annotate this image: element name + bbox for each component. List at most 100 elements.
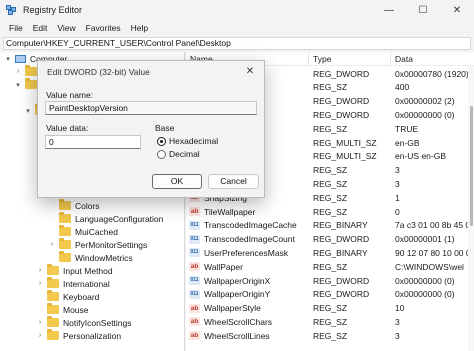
- value-data-cell: 0: [395, 206, 400, 217]
- tree-item-mouse[interactable]: Mouse: [36, 303, 89, 316]
- value-type-cell: REG_SZ: [313, 303, 348, 314]
- binary-value-icon: 011: [189, 220, 200, 230]
- chevron-right-icon[interactable]: ›: [36, 319, 44, 326]
- table-row[interactable]: ab WheelScrollChars REG_SZ 3: [186, 315, 474, 328]
- value-data-cell: en-GB: [395, 137, 420, 148]
- folder-icon: [59, 238, 71, 249]
- value-name-field[interactable]: PaintDesktopVersion: [45, 101, 257, 115]
- value-name-text: WallPaper: [204, 261, 243, 272]
- column-header-data[interactable]: Data: [391, 52, 474, 66]
- radio-selected-icon[interactable]: [157, 136, 166, 146]
- tree-item-keyboard[interactable]: Keyboard: [36, 290, 99, 303]
- tree-item-input-method[interactable]: › Input Method: [36, 264, 113, 277]
- value-name-cell: ab WallPaper: [186, 262, 309, 272]
- tree-item-label: PerMonitorSettings: [75, 239, 148, 250]
- tree-item-international[interactable]: › International: [36, 277, 110, 290]
- tree-item-notifyiconsettings[interactable]: › NotifyIconSettings: [36, 316, 132, 329]
- tree-item-personalization[interactable]: › Personalization: [36, 329, 121, 342]
- tree-item-windowmetrics[interactable]: WindowMetrics: [48, 251, 133, 264]
- dialog-close-button[interactable]: ✕: [236, 61, 264, 81]
- value-data-cell: 3: [395, 165, 400, 176]
- value-type-cell: REG_SZ: [313, 178, 348, 189]
- value-name-cell: 011 TranscodedImageCount: [186, 234, 309, 244]
- cancel-button[interactable]: Cancel: [208, 174, 259, 189]
- string-value-icon: ab: [189, 207, 200, 216]
- value-name-text: TranscodedImageCache: [204, 220, 297, 231]
- folder-icon: [47, 277, 59, 288]
- value-data-cell: 0x00000001 (1): [395, 234, 455, 245]
- menu-file[interactable]: File: [4, 23, 28, 33]
- tree-item-languageconfiguration[interactable]: LanguageConfiguration: [48, 212, 163, 225]
- radio-unselected-icon[interactable]: [157, 149, 166, 159]
- value-type-cell: REG_DWORD: [313, 234, 370, 245]
- table-row[interactable]: ab TileWallpaper REG_SZ 0: [186, 205, 474, 218]
- menu-edit[interactable]: Edit: [28, 23, 53, 33]
- value-data-cell: 90 12 07 80 10 00 0: [395, 247, 471, 258]
- folder-icon: [47, 290, 59, 301]
- value-name-cell: ab WheelScrollChars: [186, 317, 309, 327]
- tree-item-label: International: [63, 278, 110, 289]
- column-header-type[interactable]: Type: [309, 52, 391, 66]
- value-data-cell: 0x00000000 (0): [395, 275, 455, 286]
- radio-decimal[interactable]: Decimal: [157, 149, 200, 159]
- address-bar[interactable]: Computer\HKEY_CURRENT_USER\Control Panel…: [3, 37, 471, 50]
- chevron-down-icon[interactable]: ▾: [14, 81, 22, 89]
- radio-label: Hexadecimal: [169, 136, 219, 146]
- registry-editor-window: Registry Editor — ☐ ✕ File Edit View Fav…: [0, 0, 474, 351]
- ok-button[interactable]: OK: [152, 174, 202, 189]
- radio-hexadecimal[interactable]: Hexadecimal: [157, 136, 218, 146]
- table-row[interactable]: 011 TranscodedImageCache REG_BINARY 7a c3 0…: [186, 219, 474, 232]
- chevron-right-icon[interactable]: ›: [36, 332, 44, 339]
- table-row[interactable]: ab WallPaper REG_SZ C:\WINDOWS\wel: [186, 260, 474, 273]
- chevron-right-icon[interactable]: ›: [48, 241, 56, 248]
- menu-bar: File Edit View Favorites Help: [0, 20, 474, 36]
- value-data-cell: 400: [395, 82, 410, 93]
- string-value-icon: ab: [189, 303, 200, 313]
- value-name-text: WallpaperStyle: [204, 303, 261, 314]
- value-data-cell: 3: [395, 330, 400, 341]
- chevron-right-icon[interactable]: ›: [36, 280, 44, 287]
- folder-icon: [25, 65, 37, 76]
- table-row[interactable]: 011 WallpaperOriginX REG_DWORD 0x00000000 (…: [186, 274, 474, 287]
- menu-favorites[interactable]: Favorites: [81, 23, 126, 33]
- value-name-text: TranscodedImageCount: [204, 234, 295, 245]
- value-data-cell: 1: [395, 192, 400, 203]
- string-value-icon: ab: [189, 317, 200, 327]
- dialog-title: Edit DWORD (32-bit) Value: [47, 67, 150, 77]
- value-name-cell: ab WallpaperStyle: [186, 303, 309, 313]
- value-data-input[interactable]: 0: [45, 135, 141, 149]
- value-type-cell: REG_SZ: [313, 261, 348, 272]
- value-type-cell: REG_DWORD: [313, 68, 370, 79]
- table-row[interactable]: ab WheelScrollLines REG_SZ 3: [186, 329, 474, 342]
- tree-item-label: MuiCached: [75, 226, 118, 237]
- value-data-cell: 0x00000000 (0): [395, 109, 455, 120]
- tree-item-label: NotifyIconSettings: [63, 317, 132, 328]
- menu-help[interactable]: Help: [126, 23, 153, 33]
- scrollbar-thumb[interactable]: [470, 106, 473, 226]
- tree-item-colors[interactable]: Colors: [48, 199, 100, 212]
- value-name-text: WallpaperOriginY: [204, 289, 271, 300]
- value-name-cell: 011 WallpaperOriginY: [186, 289, 309, 299]
- folder-icon: [25, 78, 37, 89]
- table-row[interactable]: 011 WallpaperOriginY REG_DWORD 0x00000000 (…: [186, 288, 474, 301]
- binary-value-icon: 011: [189, 234, 200, 244]
- tree-item-label: LanguageConfiguration: [75, 213, 164, 224]
- chevron-right-icon[interactable]: ›: [14, 68, 22, 75]
- minimize-button[interactable]: —: [372, 0, 406, 20]
- chevron-down-icon[interactable]: ▾: [24, 107, 32, 115]
- vertical-scrollbar[interactable]: [468, 66, 474, 351]
- table-row[interactable]: 011 TranscodedImageCount REG_DWORD 0x000000…: [186, 233, 474, 246]
- value-type-cell: REG_BINARY: [313, 220, 368, 231]
- maximize-button[interactable]: ☐: [406, 0, 440, 20]
- table-row[interactable]: ab WallpaperStyle REG_SZ 10: [186, 302, 474, 315]
- table-row[interactable]: 011 UserPreferencesMask REG_BINARY 90 12 07…: [186, 246, 474, 259]
- value-type-cell: REG_SZ: [313, 165, 348, 176]
- value-type-cell: REG_DWORD: [313, 275, 370, 286]
- close-button[interactable]: ✕: [440, 0, 474, 20]
- chevron-right-icon[interactable]: ›: [36, 267, 44, 274]
- menu-view[interactable]: View: [52, 23, 80, 33]
- tree-item-permonitorsettings[interactable]: › PerMonitorSettings: [48, 238, 147, 251]
- value-type-cell: REG_MULTI_SZ: [313, 151, 377, 162]
- chevron-down-icon[interactable]: ▾: [4, 55, 12, 63]
- tree-item-muicached[interactable]: MuiCached: [48, 225, 118, 238]
